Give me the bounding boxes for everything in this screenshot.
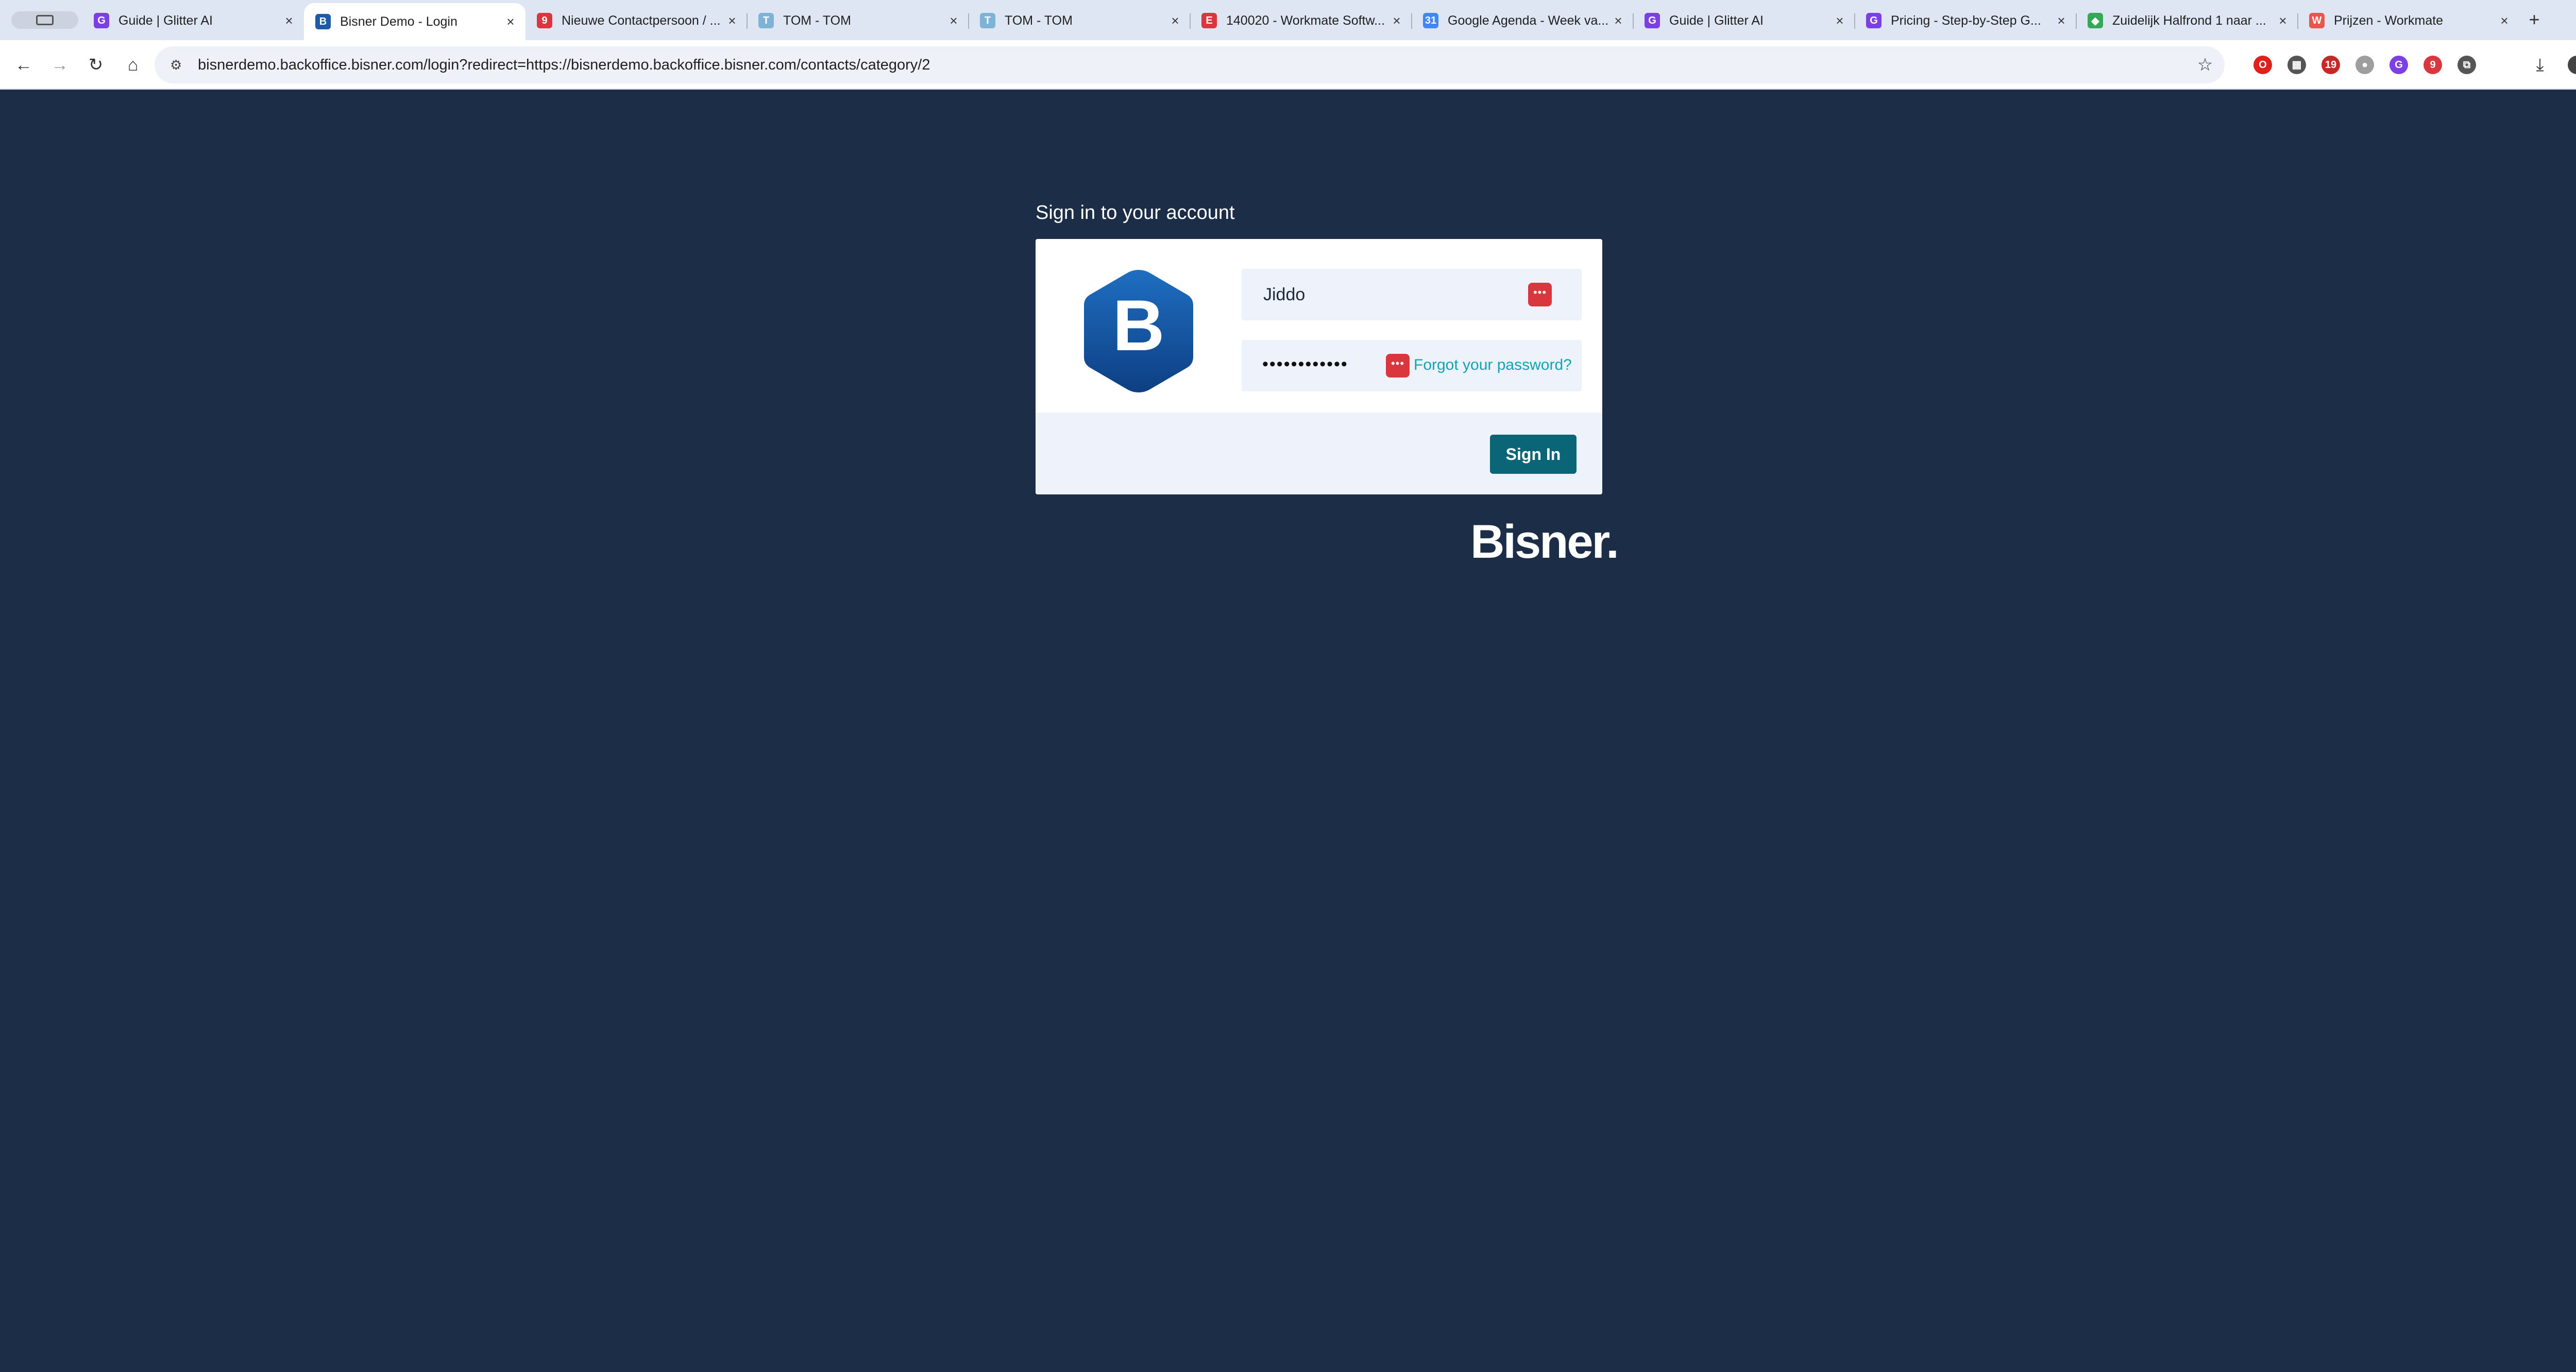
tab-separator [1190,13,1191,29]
workmate-w-icon: W [2309,13,2325,28]
tom-icon: T [980,13,995,28]
forgot-password-link[interactable]: Forgot your password? [1414,356,1572,374]
tab-separator [968,13,969,29]
bisner-logo-icon: B [1084,270,1193,392]
qr-icon[interactable]: ▦ [2287,56,2306,74]
maps-pin-icon: ◆ [2088,13,2103,28]
browser-tab[interactable]: 9 Nieuwe Contactpersoon / ... × [526,4,747,37]
tab-close-icon[interactable]: × [946,13,961,28]
address-bar[interactable]: ⚙ bisnerdemo.backoffice.bisner.com/login… [155,46,2225,83]
tab-close-icon[interactable]: × [1167,13,1183,28]
tab-close-icon[interactable]: × [1389,13,1404,28]
tab-group-icon [36,15,54,25]
browser-tab[interactable]: T TOM - TOM × [747,4,969,37]
tab-title: Guide | Glitter AI [118,13,213,28]
site-info-icon[interactable]: ⚙ [170,57,187,73]
browser-tab[interactable]: 31 Google Agenda - Week va... × [1412,4,1633,37]
glitter-g-icon: G [1866,13,1882,28]
glitter-g-icon[interactable]: G [2389,56,2408,74]
login-page: Sign in to your account B Jiddo ••• •••••… [0,90,2576,1372]
tab-title: Prijzen - Workmate [2334,13,2444,28]
puzzle-icon[interactable]: ⧉ [2458,56,2476,74]
tab-title: TOM - TOM [783,13,851,28]
opera-icon[interactable]: O [2253,56,2272,74]
tab-close-icon[interactable]: × [281,13,297,28]
calendar-badge-icon[interactable]: 19 [2321,56,2340,74]
browser-tab[interactable]: T TOM - TOM × [969,4,1190,37]
glitter-g-icon: G [94,13,109,28]
tab-close-icon[interactable]: × [1832,13,1848,28]
browser-tab[interactable]: ◆ Zuidelijk Halfrond 1 naar ... × [2076,4,2298,37]
tab-title: Zuidelijk Halfrond 1 naar ... [2112,13,2266,28]
forward-arrow-icon[interactable]: → [46,52,73,78]
download-icon[interactable]: ⤓ [2527,52,2553,78]
reload-icon[interactable]: ↻ [82,52,109,78]
bookmark-star-icon[interactable]: ☆ [2195,55,2215,75]
username-value[interactable]: Jiddo [1263,285,1305,305]
home-icon[interactable]: ⌂ [120,52,146,78]
tab-close-icon[interactable]: × [2497,13,2512,28]
tab-close-icon[interactable]: × [503,14,518,29]
tab-title: Pricing - Step-by-Step G... [1891,13,2041,28]
workmate-e-icon: E [1201,13,1217,28]
tab-close-icon[interactable]: × [724,13,740,28]
address-url[interactable]: bisnerdemo.backoffice.bisner.com/login?r… [198,57,930,74]
bisner-b-icon: B [315,14,331,29]
password-field[interactable]: •••••••••••• Forgot your password? [1242,340,1582,391]
browser-toolbar: ← → ↻ ⌂ ⚙ bisnerdemo.backoffice.bisner.c… [0,40,2576,90]
password-manager-icon[interactable] [1528,283,1552,306]
glitter-g-icon: G [1645,13,1660,28]
login-card: B Jiddo •••••••••••• Forgot your passwor… [1036,239,1602,494]
profile-avatar[interactable] [2568,56,2576,74]
page-title: Sign in to your account [1036,202,1235,224]
browser-tab[interactable]: E 140020 - Workmate Softw... × [1190,4,1412,37]
red-9-icon[interactable]: 9 [2424,56,2442,74]
red-circle-icon: 9 [537,13,552,28]
tab-separator [1411,13,1412,29]
tab-close-icon[interactable]: × [2275,13,2291,28]
tab-close-icon[interactable]: × [2054,13,2069,28]
browser-tab[interactable]: G Pricing - Step-by-Step G... × [1855,4,2076,37]
tab-title: Google Agenda - Week va... [1448,13,1609,28]
tab-title: Nieuwe Contactpersoon / ... [562,13,721,28]
bisner-wordmark: Bisner. [1470,516,1619,568]
tab-separator [2297,13,2298,29]
tab-title: 140020 - Workmate Softw... [1226,13,1385,28]
password-manager-icon[interactable] [1386,354,1410,378]
password-mask[interactable]: •••••••••••• [1262,354,1348,374]
back-arrow-icon[interactable]: ← [10,52,37,78]
browser-tab[interactable]: G Guide | Glitter AI × [82,4,304,37]
tab-strip: G Guide | Glitter AI × B Bisner Demo - Login… [0,0,2576,40]
browser-tab[interactable]: W Prijzen - Workmate × [2298,4,2519,37]
grey-circle-icon[interactable]: ● [2355,56,2374,74]
logo-letter: B [1112,285,1164,366]
tab-separator [2076,13,2077,29]
new-tab-button[interactable]: + [2524,10,2544,30]
tom-icon: T [758,13,774,28]
tab-title: TOM - TOM [1005,13,1073,28]
tab-separator [1633,13,1634,29]
browser-tab[interactable]: B Bisner Demo - Login × [304,3,526,40]
tab-close-icon[interactable]: × [1611,13,1626,28]
tab-separator [747,13,748,29]
tab-title: Guide | Glitter AI [1669,13,1764,28]
username-field[interactable]: Jiddo [1242,269,1582,320]
tab-separator [1854,13,1855,29]
tab-title: Bisner Demo - Login [340,14,457,29]
sign-in-button[interactable]: Sign In [1490,435,1577,474]
google-calendar-icon: 31 [1423,13,1438,28]
browser-tab[interactable]: G Guide | Glitter AI × [1633,4,1855,37]
tab-group-button[interactable] [11,11,78,29]
